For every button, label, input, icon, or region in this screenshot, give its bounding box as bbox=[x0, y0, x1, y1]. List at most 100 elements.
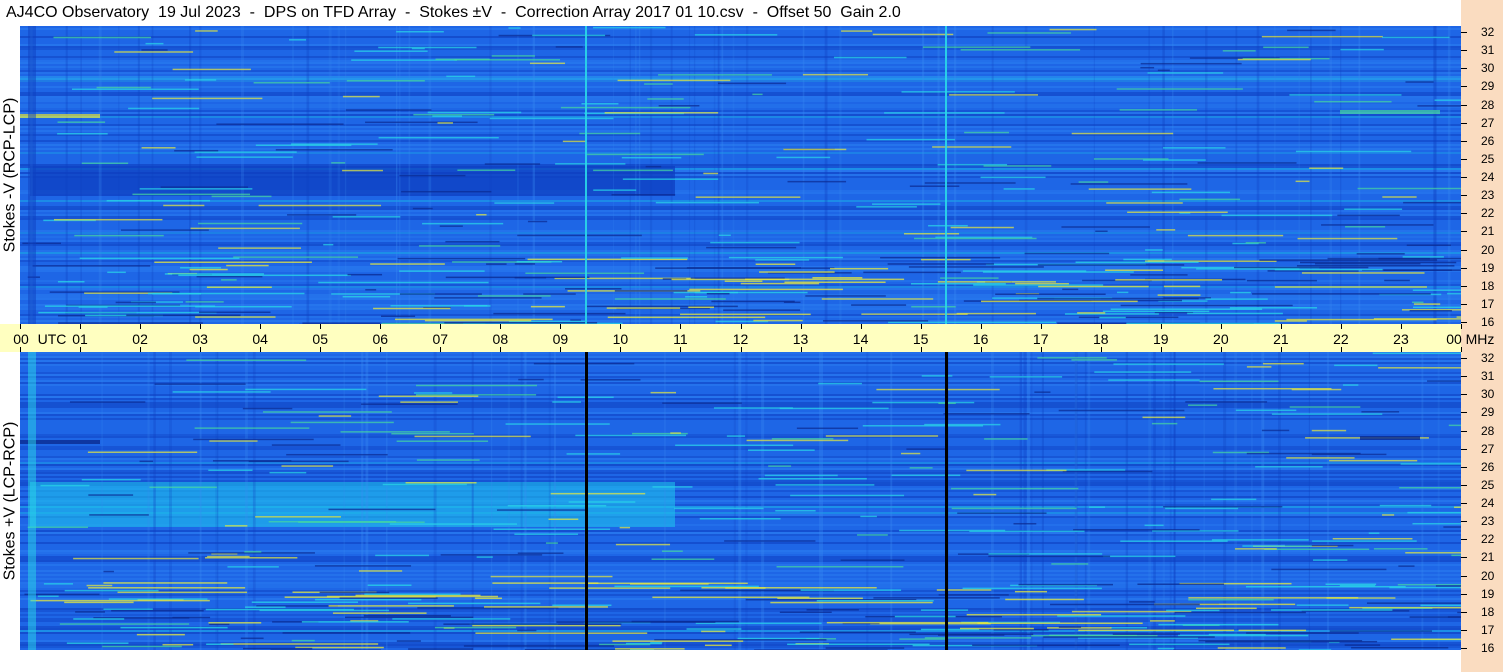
time-axis: 00 01 02 03 04 05 06 07 08 09 10 11 12 13 14 15 16 17 18 19… bbox=[0, 324, 1494, 352]
time-tick-label: 18 bbox=[1092, 331, 1109, 347]
freq-tick-mark bbox=[1461, 466, 1467, 468]
freq-tick-label: 23 bbox=[1481, 514, 1495, 529]
time-tick-mark bbox=[860, 347, 862, 352]
freq-tick-mark bbox=[1461, 285, 1467, 287]
time-tick-mark bbox=[620, 324, 622, 329]
freq-tick-mark bbox=[1461, 539, 1467, 541]
time-tick-mark bbox=[1160, 347, 1162, 352]
freq-tick-mark bbox=[1461, 376, 1467, 378]
time-tick-mark bbox=[1400, 324, 1402, 329]
freq-tick-mark bbox=[1461, 557, 1467, 559]
freq-tick-mark bbox=[1461, 358, 1467, 359]
ylabel-text: Stokes +V (LCP-RCP) bbox=[1, 421, 18, 581]
freq-tick-mark bbox=[1461, 158, 1467, 160]
freq-tick-mark bbox=[1461, 267, 1467, 269]
time-tick-label: 23 bbox=[1393, 331, 1409, 347]
time-tick-mark bbox=[1461, 347, 1462, 352]
time-tick-mark bbox=[1040, 324, 1042, 329]
time-tick-label: 17 bbox=[1032, 331, 1049, 347]
time-tick-mark bbox=[1040, 347, 1042, 352]
freq-tick-label: 23 bbox=[1481, 188, 1495, 203]
time-tick-label: 04 bbox=[252, 331, 268, 347]
freq-tick-label: 30 bbox=[1481, 387, 1495, 402]
time-tick-mark bbox=[800, 347, 802, 352]
freq-tick-label: 27 bbox=[1481, 115, 1495, 130]
spectrogram-stokes-minus-v bbox=[20, 26, 1461, 324]
freq-tick-mark bbox=[1461, 503, 1467, 504]
time-tick-label: 20 bbox=[1213, 331, 1229, 347]
time-tick-mark bbox=[380, 324, 382, 329]
freq-tick-mark bbox=[1461, 213, 1467, 215]
time-tick-mark bbox=[140, 347, 142, 352]
freq-tick-label: 32 bbox=[1481, 25, 1495, 39]
time-tick-mark bbox=[440, 347, 442, 352]
freq-tick-label: 20 bbox=[1481, 242, 1495, 257]
freq-tick-label: 26 bbox=[1481, 133, 1495, 148]
time-tick-mark bbox=[1461, 324, 1462, 329]
time-tick-mark bbox=[1280, 347, 1282, 352]
freq-tick-label: 26 bbox=[1481, 459, 1495, 474]
time-tick-mark bbox=[80, 324, 82, 329]
freq-tick-label: 30 bbox=[1481, 61, 1495, 76]
spectrogram-image bbox=[20, 352, 1461, 650]
freq-tick-mark bbox=[1461, 322, 1467, 323]
time-tick-mark bbox=[980, 347, 982, 352]
freq-tick-mark bbox=[1461, 32, 1467, 33]
time-tick-mark bbox=[1100, 347, 1102, 352]
freq-tick-label: 31 bbox=[1481, 369, 1495, 384]
time-tick-mark bbox=[1160, 324, 1162, 329]
freq-tick-mark bbox=[1461, 50, 1467, 52]
freq-tick-label: 31 bbox=[1481, 43, 1495, 58]
time-tick-mark bbox=[320, 324, 322, 329]
time-tick-label: 12 bbox=[732, 331, 749, 347]
freq-tick-label: 17 bbox=[1481, 296, 1495, 311]
freq-tick-label: 29 bbox=[1481, 79, 1495, 94]
freq-tick-label: 28 bbox=[1481, 423, 1495, 438]
freq-tick-label: 28 bbox=[1481, 97, 1495, 112]
freq-tick-label: 16 bbox=[1481, 315, 1495, 329]
freq-tick-mark bbox=[1461, 484, 1467, 486]
freq-tick-label: 17 bbox=[1481, 622, 1495, 637]
time-tick-mark bbox=[860, 324, 862, 329]
freq-tick-mark bbox=[1461, 249, 1467, 251]
time-tick-label: 06 bbox=[372, 331, 389, 347]
time-tick-mark bbox=[20, 324, 21, 329]
freq-tick-mark bbox=[1461, 86, 1467, 88]
time-tick-mark bbox=[1100, 324, 1102, 329]
utc-label: UTC bbox=[37, 331, 67, 347]
spectrogram-image bbox=[20, 26, 1461, 324]
ylabel-stokes-minus-v: Stokes -V (RCP-LCP) bbox=[0, 26, 20, 324]
time-tick-label: 02 bbox=[132, 331, 148, 347]
spectrogram-stokes-plus-v bbox=[20, 352, 1461, 650]
time-tick-mark bbox=[920, 324, 922, 329]
freq-tick-label: 16 bbox=[1481, 641, 1495, 655]
time-tick-mark bbox=[200, 347, 202, 352]
freq-tick-mark bbox=[1461, 648, 1467, 649]
freq-tick-label: 21 bbox=[1481, 550, 1495, 565]
time-tick-label: 09 bbox=[552, 331, 569, 347]
time-tick-mark bbox=[140, 324, 142, 329]
ylabel-text: Stokes -V (RCP-LCP) bbox=[1, 97, 19, 253]
freq-tick-label: 18 bbox=[1481, 278, 1495, 293]
ylabel-stokes-plus-v: Stokes +V (LCP-RCP) bbox=[0, 352, 20, 650]
freq-tick-mark bbox=[1461, 430, 1467, 432]
time-tick-label: 21 bbox=[1273, 331, 1289, 347]
freq-tick-mark bbox=[1461, 177, 1467, 178]
freq-tick-label: 22 bbox=[1481, 206, 1495, 221]
time-tick-label: 19 bbox=[1152, 331, 1169, 347]
freq-tick-mark bbox=[1461, 68, 1467, 70]
time-tick-label: 10 bbox=[612, 331, 629, 347]
time-tick-mark bbox=[980, 324, 982, 329]
freq-tick-label: 25 bbox=[1481, 151, 1495, 166]
time-tick-mark bbox=[1220, 347, 1222, 352]
freq-tick-mark bbox=[1461, 122, 1467, 124]
freq-tick-label: 19 bbox=[1481, 260, 1495, 275]
time-tick-mark bbox=[620, 347, 622, 352]
time-tick-mark bbox=[500, 324, 502, 329]
time-tick-label: 08 bbox=[492, 331, 509, 347]
freq-tick-label: 25 bbox=[1481, 477, 1495, 492]
freq-tick-mark bbox=[1461, 611, 1467, 613]
freq-tick-mark bbox=[1461, 575, 1467, 577]
time-tick-label: 03 bbox=[192, 331, 208, 347]
freq-tick-mark bbox=[1461, 195, 1467, 197]
